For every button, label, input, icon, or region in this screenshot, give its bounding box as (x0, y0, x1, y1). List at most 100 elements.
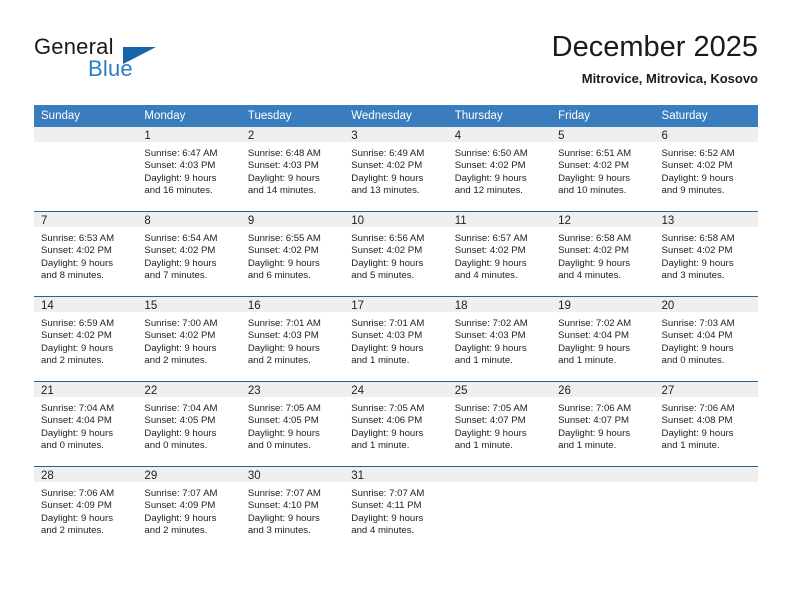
day-number: 23 (240, 382, 345, 397)
day-number: 30 (240, 467, 345, 482)
day-cell[interactable]: 30 Sunrise: 7:07 AM Sunset: 4:10 PM Dayligh… (240, 466, 345, 551)
day-cell[interactable]: 26 Sunrise: 7:06 AM Sunset: 4:07 PM Dayligh… (551, 381, 655, 467)
sunset-time: Sunset: 4:09 PM (41, 500, 112, 512)
day-details: Sunrise: 6:54 AM Sunset: 4:02 PM Daylight:… (137, 227, 240, 283)
day-cell[interactable]: 28 Sunrise: 7:06 AM Sunset: 4:09 PM Dayligh… (34, 466, 138, 551)
weekday-header-monday: Monday (137, 105, 241, 127)
day-number (551, 467, 655, 482)
sunrise-time: Sunrise: 6:57 AM (454, 233, 528, 244)
daylight-duration-line2: and 6 minutes. (247, 270, 311, 282)
daylight-duration-line2: and 13 minutes. (351, 185, 420, 197)
daylight-duration-line1: Daylight: 9 hours (247, 512, 320, 524)
day-number: 16 (240, 297, 345, 312)
daylight-duration-line1: Daylight: 9 hours (558, 342, 631, 354)
day-cell[interactable]: 20 Sunrise: 7:03 AM Sunset: 4:04 PM Dayligh… (654, 296, 758, 382)
daylight-duration-line2: and 10 minutes. (558, 185, 627, 197)
day-details: Sunrise: 6:47 AM Sunset: 4:03 PM Daylight:… (137, 142, 240, 198)
sunset-time: Sunset: 4:03 PM (454, 330, 526, 342)
sunset-time: Sunset: 4:02 PM (454, 245, 526, 257)
day-number (34, 127, 138, 142)
sunrise-time: Sunrise: 7:07 AM (247, 488, 321, 499)
day-details: Sunrise: 7:06 AM Sunset: 4:08 PM Daylight:… (655, 397, 758, 453)
day-details: Sunrise: 7:04 AM Sunset: 4:05 PM Daylight:… (137, 397, 240, 453)
sunset-time: Sunset: 4:03 PM (144, 160, 216, 172)
daylight-duration-line2: and 1 minute. (351, 440, 410, 452)
day-cell[interactable]: 13 Sunrise: 6:58 AM Sunset: 4:02 PM Dayligh… (654, 211, 758, 297)
sunrise-time: Sunrise: 6:55 AM (247, 233, 321, 244)
daylight-duration-line1: Daylight: 9 hours (144, 427, 217, 439)
day-cell[interactable]: 21 Sunrise: 7:04 AM Sunset: 4:04 PM Dayligh… (34, 381, 138, 467)
day-details: Sunrise: 7:05 AM Sunset: 4:05 PM Daylight:… (241, 397, 344, 453)
sunset-time: Sunset: 4:02 PM (144, 330, 216, 342)
daylight-duration-line1: Daylight: 9 hours (41, 427, 113, 439)
generalblue-logo[interactable]: General Blue (34, 34, 234, 90)
day-details: Sunrise: 6:58 AM Sunset: 4:02 PM Daylight:… (551, 227, 654, 283)
day-cell[interactable]: 27 Sunrise: 7:06 AM Sunset: 4:08 PM Dayligh… (654, 381, 758, 467)
day-details: Sunrise: 6:48 AM Sunset: 4:03 PM Daylight:… (241, 142, 344, 198)
daylight-duration-line2: and 16 minutes. (144, 185, 213, 197)
daylight-duration-line2: and 2 minutes. (41, 525, 104, 537)
day-cell[interactable]: 5 Sunrise: 6:51 AM Sunset: 4:02 PM Daylight… (551, 127, 655, 212)
sunset-time: Sunset: 4:05 PM (144, 415, 216, 427)
daylight-duration-line2: and 14 minutes. (247, 185, 317, 197)
daylight-duration-line1: Daylight: 9 hours (351, 427, 424, 439)
day-number: 27 (654, 382, 758, 397)
day-cell[interactable]: 7 Sunrise: 6:53 AM Sunset: 4:02 PM Daylight… (34, 211, 138, 297)
day-cell[interactable]: 29 Sunrise: 7:07 AM Sunset: 4:09 PM Dayligh… (137, 466, 241, 551)
day-cell[interactable]: 2 Sunrise: 6:48 AM Sunset: 4:03 PM Daylight… (240, 127, 345, 212)
day-details: Sunrise: 6:52 AM Sunset: 4:02 PM Daylight:… (655, 142, 758, 198)
day-cell[interactable]: 17 Sunrise: 7:01 AM Sunset: 4:03 PM Dayligh… (344, 296, 448, 382)
sunset-time: Sunset: 4:04 PM (558, 330, 630, 342)
day-cell[interactable]: 12 Sunrise: 6:58 AM Sunset: 4:02 PM Dayligh… (551, 211, 655, 297)
daylight-duration-line1: Daylight: 9 hours (41, 257, 113, 269)
day-number: 17 (344, 297, 448, 312)
sunset-time: Sunset: 4:07 PM (558, 415, 630, 427)
sunset-time: Sunset: 4:03 PM (351, 330, 423, 342)
weekday-header-friday: Friday (551, 105, 655, 127)
daylight-duration-line2: and 0 minutes. (661, 355, 725, 367)
day-details: Sunrise: 6:56 AM Sunset: 4:02 PM Daylight:… (344, 227, 447, 283)
daylight-duration-line1: Daylight: 9 hours (661, 427, 734, 439)
day-cell[interactable]: 16 Sunrise: 7:01 AM Sunset: 4:03 PM Dayligh… (240, 296, 345, 382)
sunrise-time: Sunrise: 6:56 AM (351, 233, 425, 244)
day-cell[interactable]: 25 Sunrise: 7:05 AM Sunset: 4:07 PM Dayligh… (447, 381, 552, 467)
sunrise-time: Sunrise: 6:52 AM (661, 148, 735, 159)
day-cell[interactable]: 24 Sunrise: 7:05 AM Sunset: 4:06 PM Dayligh… (344, 381, 448, 467)
day-cell[interactable]: 6 Sunrise: 6:52 AM Sunset: 4:02 PM Daylight… (654, 127, 758, 212)
sunset-time: Sunset: 4:11 PM (351, 500, 422, 512)
sunset-time: Sunset: 4:02 PM (454, 160, 526, 172)
sunrise-sunset-calendar: Sunday Monday Tuesday Wednesday Thursday Frid… (34, 105, 758, 551)
day-number: 8 (137, 212, 241, 227)
sunrise-time: Sunrise: 7:05 AM (454, 403, 528, 414)
sunrise-time: Sunrise: 6:58 AM (558, 233, 632, 244)
day-cell[interactable]: 11 Sunrise: 6:57 AM Sunset: 4:02 PM Dayligh… (447, 211, 552, 297)
day-cell[interactable]: 19 Sunrise: 7:02 AM Sunset: 4:04 PM Dayligh… (551, 296, 655, 382)
daylight-duration-line2: and 0 minutes. (247, 440, 311, 452)
daylight-duration-line1: Daylight: 9 hours (351, 342, 424, 354)
day-cell[interactable]: 10 Sunrise: 6:56 AM Sunset: 4:02 PM Dayligh… (344, 211, 448, 297)
calendar-week-row: 28 Sunrise: 7:06 AM Sunset: 4:09 PM Dayligh… (34, 466, 758, 551)
daylight-duration-line2: and 2 minutes. (41, 355, 104, 367)
day-number: 28 (34, 467, 138, 482)
day-cell[interactable]: 15 Sunrise: 7:00 AM Sunset: 4:02 PM Dayligh… (137, 296, 241, 382)
calendar-body: 1 Sunrise: 6:47 AM Sunset: 4:03 PM Daylight… (34, 127, 758, 551)
daylight-duration-line2: and 4 minutes. (351, 525, 415, 537)
day-details: Sunrise: 6:55 AM Sunset: 4:02 PM Daylight:… (241, 227, 344, 283)
day-cell[interactable]: 31 Sunrise: 7:07 AM Sunset: 4:11 PM Dayligh… (344, 466, 448, 551)
day-cell[interactable]: 1 Sunrise: 6:47 AM Sunset: 4:03 PM Daylight… (137, 127, 241, 212)
day-cell[interactable]: 8 Sunrise: 6:54 AM Sunset: 4:02 PM Daylight… (137, 211, 241, 297)
sunrise-time: Sunrise: 7:07 AM (144, 488, 218, 499)
day-cell[interactable]: 3 Sunrise: 6:49 AM Sunset: 4:02 PM Daylight… (344, 127, 448, 212)
daylight-duration-line1: Daylight: 9 hours (41, 342, 113, 354)
day-cell[interactable]: 23 Sunrise: 7:05 AM Sunset: 4:05 PM Dayligh… (240, 381, 345, 467)
day-details: Sunrise: 7:01 AM Sunset: 4:03 PM Daylight:… (241, 312, 344, 368)
day-cell[interactable]: 4 Sunrise: 6:50 AM Sunset: 4:02 PM Daylight… (447, 127, 552, 212)
day-cell[interactable]: 22 Sunrise: 7:04 AM Sunset: 4:05 PM Dayligh… (137, 381, 241, 467)
day-number: 5 (551, 127, 655, 142)
day-cell[interactable]: 14 Sunrise: 6:59 AM Sunset: 4:02 PM Dayligh… (34, 296, 138, 382)
day-cell[interactable]: 9 Sunrise: 6:55 AM Sunset: 4:02 PM Daylight… (240, 211, 345, 297)
day-cell[interactable]: 18 Sunrise: 7:02 AM Sunset: 4:03 PM Dayligh… (447, 296, 552, 382)
day-details: Sunrise: 6:58 AM Sunset: 4:02 PM Daylight:… (655, 227, 758, 283)
day-details: Sunrise: 7:07 AM Sunset: 4:09 PM Daylight:… (137, 482, 240, 538)
sunrise-time: Sunrise: 7:00 AM (144, 318, 218, 329)
